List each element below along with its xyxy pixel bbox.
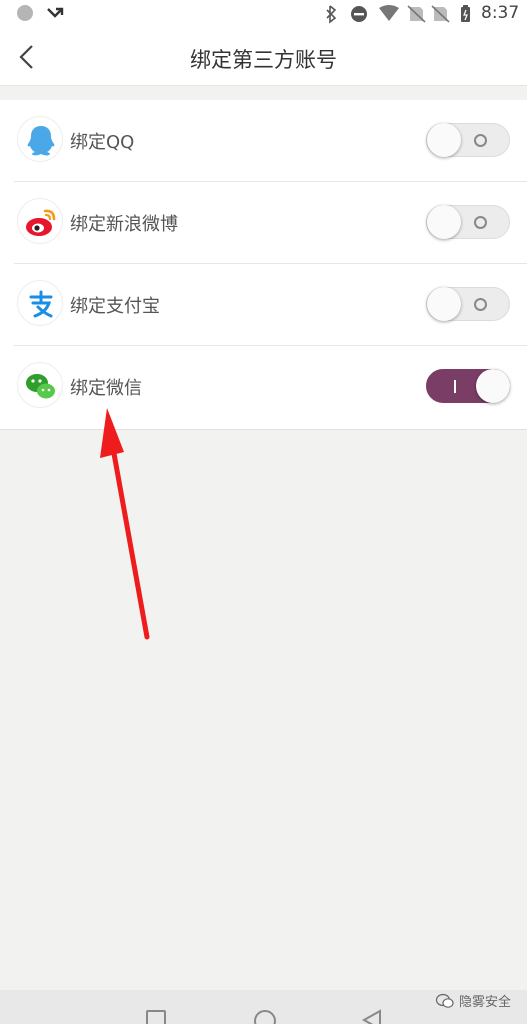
watermark-text: 隐雾安全 — [459, 995, 512, 1010]
toggle-knob — [427, 205, 461, 239]
toggle-on-mark — [454, 380, 456, 393]
wechat-icon — [435, 993, 454, 1008]
back-icon[interactable] — [360, 1008, 384, 1024]
do-not-disturb-icon — [351, 6, 367, 22]
qq-icon — [17, 116, 63, 162]
status-bar: 8:37 — [0, 0, 527, 28]
list-item-qq: 绑定QQ — [0, 100, 527, 182]
battery-icon — [461, 5, 470, 22]
home-icon[interactable] — [254, 1010, 276, 1024]
page-title: 绑定第三方账号 — [190, 48, 337, 72]
list-item-label: 绑定QQ — [70, 132, 135, 153]
weibo-icon — [17, 198, 63, 244]
toggle-knob — [476, 369, 510, 403]
list-item-weibo: 绑定新浪微博 — [0, 182, 527, 264]
list-item-label: 绑定微信 — [70, 378, 142, 399]
toggle-off-mark — [474, 216, 487, 229]
status-time: 8:37 — [481, 3, 520, 23]
toggle-wechat[interactable] — [426, 369, 510, 403]
list-item-alipay: 绑定支付宝 — [0, 264, 527, 346]
notification-dot-icon — [17, 5, 33, 21]
list-item-wechat: 绑定微信 — [0, 346, 527, 428]
status-icons — [326, 5, 470, 24]
no-sim-icon — [431, 5, 450, 23]
toggle-knob — [427, 123, 461, 157]
toggle-weibo[interactable] — [426, 205, 510, 239]
alipay-icon — [17, 280, 63, 326]
account-binding-list: 绑定QQ 绑定新浪微博 绑定支付宝 绑定微信 — [0, 100, 527, 430]
no-sim-icon — [407, 5, 426, 23]
list-item-label: 绑定支付宝 — [70, 296, 160, 317]
missed-call-arrow-icon — [47, 7, 64, 18]
list-item-label: 绑定新浪微博 — [70, 214, 178, 235]
bluetooth-icon — [326, 5, 337, 24]
toggle-qq[interactable] — [426, 123, 510, 157]
app-header: 绑定第三方账号 — [0, 28, 527, 86]
toggle-alipay[interactable] — [426, 287, 510, 321]
wechat-icon — [17, 362, 63, 408]
recent-apps-icon[interactable] — [146, 1010, 166, 1024]
toggle-off-mark — [474, 134, 487, 147]
toggle-off-mark — [474, 298, 487, 311]
watermark: 隐雾安全 — [435, 991, 511, 1010]
wifi-icon — [379, 5, 399, 21]
toggle-knob — [427, 287, 461, 321]
